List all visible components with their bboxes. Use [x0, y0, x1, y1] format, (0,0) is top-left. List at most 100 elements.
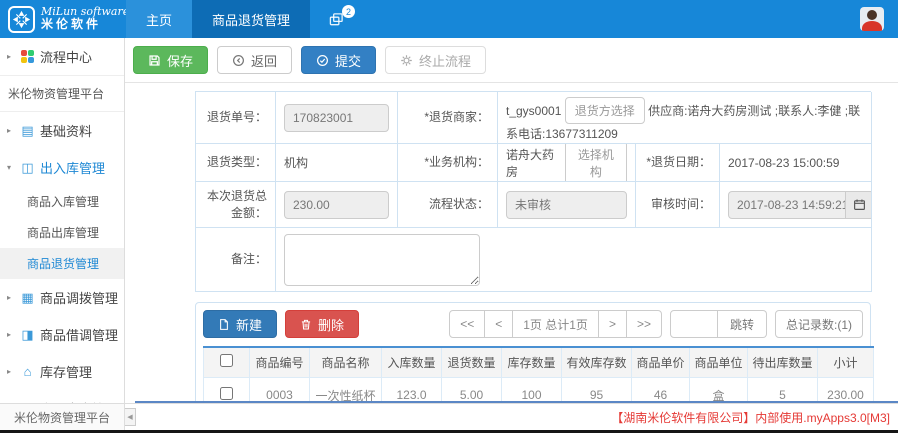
logo-text: MiLun software 米伦软件 [41, 6, 129, 31]
table-row[interactable]: 0003 一次性纸杯 123.0 5.00 100 95 46 盒 5 23 [204, 377, 874, 403]
col-header[interactable]: 商品名称 [310, 347, 382, 377]
sidebar-item-allocation[interactable]: ▸ ▦ 商品调拨管理 [0, 279, 124, 316]
col-header[interactable]: 待出库数量 [748, 347, 818, 377]
return-type-value: 机构 [276, 144, 398, 182]
total-amount-input[interactable]: 230.00 [284, 191, 389, 219]
allocation-icon: ▦ [20, 290, 35, 306]
command-toolbar: 保存 返回 提交 终止流程 [125, 38, 898, 83]
save-button[interactable]: 保存 [133, 46, 208, 74]
remark-cell [276, 228, 872, 292]
terminate-process-button[interactable]: 终止流程 [385, 46, 486, 74]
flow-status-label: 流程状态： [398, 182, 498, 228]
cell-return-qty: 5.00 [442, 377, 502, 403]
chevron-right-icon: ▸ [7, 330, 15, 339]
return-order-form: 退货单号： 170823001 *退货商家： t_gys0001 退货方选择 供… [195, 91, 871, 292]
sidebar-section-title: 米伦物资管理平台 [0, 75, 124, 112]
business-org-value: 诺舟大药房 [506, 146, 559, 180]
main-area: ▸ 流程中心 米伦物资管理平台 ▸ ▤ 基础资料 ▾ ◫ 出入库管理 商品入库管… [0, 38, 898, 403]
window-count-badge: 2 [342, 5, 355, 18]
sidebar-item-product-outbound[interactable]: 商品出库管理 [0, 217, 124, 248]
header-right [860, 0, 898, 38]
cell-subtotal: 230.00 [818, 377, 874, 403]
chevron-right-icon: ▸ [7, 293, 15, 302]
page-first-button[interactable]: << [449, 310, 485, 338]
audit-time-cell: 2017-08-23 14:59:21 [720, 182, 872, 228]
chevron-right-icon: ▸ [7, 126, 15, 135]
sidebar-item-inventory[interactable]: ▸ ⌂ 库存管理 [0, 353, 124, 390]
sidebar-item-inout-warehouse[interactable]: ▾ ◫ 出入库管理 [0, 149, 124, 186]
content-area: 保存 返回 提交 终止流程 [125, 38, 898, 403]
remark-textarea[interactable] [284, 234, 480, 286]
business-org-cell: 诺舟大药房 选择机构 [498, 144, 636, 182]
merchant-code: t_gys0001 [506, 104, 561, 118]
page-info: 1页 总计1页 [512, 310, 599, 338]
sidebar-item-base-data[interactable]: ▸ ▤ 基础资料 [0, 112, 124, 149]
cell-unit-price: 46 [632, 377, 690, 403]
return-date-value: 2017-08-23 15:00:59 [720, 144, 872, 182]
status-bar: 米伦物资管理平台 ◀ 【湖南米伦软件有限公司】内部使用.myApps3.0[M3… [0, 403, 898, 430]
submit-circle-icon [316, 54, 329, 67]
col-header[interactable]: 商品单位 [690, 347, 748, 377]
sidebar-item-process-center[interactable]: ▸ 流程中心 [0, 38, 124, 75]
row-checkbox[interactable] [220, 387, 233, 400]
sidebar-item-label: 出入库管理 [40, 158, 105, 177]
sidebar-item-label: 基础资料 [40, 121, 92, 140]
col-header[interactable]: 退货数量 [442, 347, 502, 377]
flow-status-input[interactable]: 未审核 [506, 191, 627, 219]
page-next-button[interactable]: > [598, 310, 627, 338]
items-grid-box: 新建 删除 << < 1页 总计1页 [195, 302, 871, 403]
page-prev-button[interactable]: < [484, 310, 513, 338]
calendar-icon [853, 198, 866, 211]
tab-home[interactable]: 主页 [126, 0, 192, 38]
borrow-icon: ◨ [20, 327, 35, 343]
col-header[interactable]: 入库数量 [382, 347, 442, 377]
row-checkbox-cell [204, 377, 250, 403]
tab-product-return-management[interactable]: 商品退货管理 [192, 0, 310, 38]
business-org-label: *业务机构： [398, 144, 498, 182]
col-header[interactable]: 库存数量 [502, 347, 562, 377]
new-row-button[interactable]: 新建 [203, 310, 277, 338]
col-header[interactable]: 商品编号 [250, 347, 310, 377]
merchant-select-button[interactable]: 退货方选择 [565, 97, 645, 124]
user-avatar[interactable] [860, 7, 884, 31]
sidebar-item-product-inbound[interactable]: 商品入库管理 [0, 186, 124, 217]
order-no-input[interactable]: 170823001 [284, 104, 389, 132]
page-jump-button[interactable]: 跳转 [718, 310, 767, 338]
delete-row-button[interactable]: 删除 [285, 310, 359, 338]
page-last-button[interactable]: >> [626, 310, 662, 338]
sidebar-item-stocktake[interactable]: ▸ ◰ 商品盘点管理 [0, 390, 124, 403]
merchant-cell: t_gys0001 退货方选择 供应商:诺舟大药房测试 ;联系人:李健 ;联系电… [498, 92, 872, 144]
sidebar-item-borrow[interactable]: ▸ ◨ 商品借调管理 [0, 316, 124, 353]
inout-doc-icon: ◫ [20, 160, 35, 176]
items-table: 商品编号 商品名称 入库数量 退货数量 库存数量 有效库存数 商品单价 商品单位… [203, 346, 874, 403]
grid-toolbar: 新建 删除 << < 1页 总计1页 [203, 310, 863, 338]
cell-unit: 盒 [690, 377, 748, 403]
home-icon: ⌂ [20, 364, 35, 379]
app-logo: MiLun software 米伦软件 [0, 0, 126, 38]
back-button[interactable]: 返回 [217, 46, 292, 74]
sidebar-item-label: 流程中心 [40, 47, 92, 66]
select-all-checkbox[interactable] [220, 354, 233, 367]
col-header[interactable]: 有效库存数 [562, 347, 632, 377]
total-amount-label: 本次退货总金额： [196, 182, 276, 228]
col-header[interactable]: 小计 [818, 347, 874, 377]
audit-time-input[interactable]: 2017-08-23 14:59:21 [728, 191, 846, 219]
cell-inbound-qty: 123.0 [382, 377, 442, 403]
total-records-label: 总记录数:(1) [775, 310, 863, 338]
header-tabs: 主页 商品退货管理 2 [126, 0, 363, 38]
table-header-row: 商品编号 商品名称 入库数量 退货数量 库存数量 有效库存数 商品单价 商品单位… [204, 347, 874, 377]
cell-pending-outbound-qty: 5 [748, 377, 818, 403]
detail-panel: 退货单号： 170823001 *退货商家： t_gys0001 退货方选择 供… [135, 83, 898, 403]
org-select-button[interactable]: 选择机构 [565, 144, 627, 182]
cell-product-code: 0003 [250, 377, 310, 403]
monitor-icon: ▤ [20, 123, 35, 139]
open-windows-button[interactable]: 2 [310, 0, 363, 38]
col-header[interactable]: 商品单价 [632, 347, 690, 377]
submit-button[interactable]: 提交 [301, 46, 376, 74]
gear-icon [400, 54, 413, 67]
page-jump-input[interactable] [670, 310, 718, 338]
calendar-button[interactable] [846, 191, 872, 219]
top-header: MiLun software 米伦软件 主页 商品退货管理 2 [0, 0, 898, 38]
sidebar-collapse-button[interactable]: ◀ [125, 408, 136, 426]
sidebar-item-product-return[interactable]: 商品退货管理 [0, 248, 124, 279]
